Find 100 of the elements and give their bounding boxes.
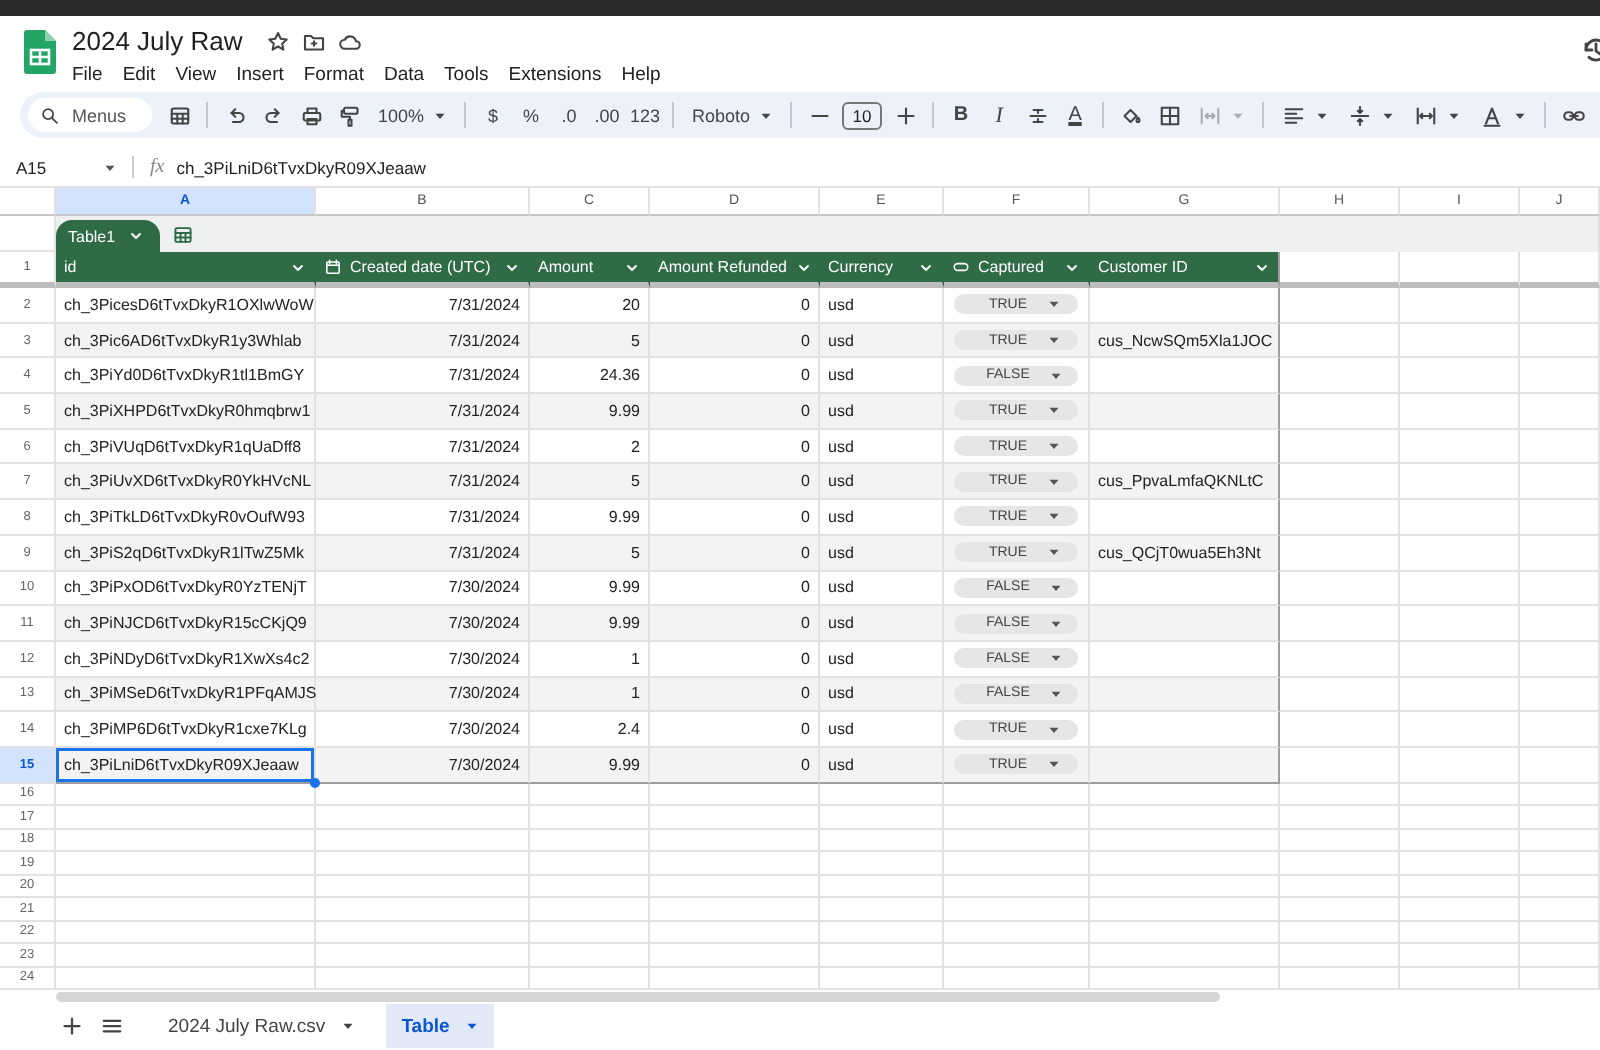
table-cell[interactable]: 5 — [530, 323, 650, 359]
empty-cell[interactable] — [1090, 967, 1280, 991]
empty-cell[interactable] — [1400, 875, 1520, 899]
currency-button[interactable]: $ — [474, 98, 513, 132]
empty-cell[interactable] — [1090, 944, 1280, 968]
menu-item[interactable]: Format — [293, 62, 374, 88]
empty-cell[interactable] — [1090, 829, 1280, 853]
empty-cell[interactable] — [1090, 783, 1280, 807]
empty-cell[interactable] — [1090, 921, 1280, 945]
empty-cell[interactable] — [1520, 571, 1600, 607]
table-cell[interactable] — [1090, 606, 1280, 642]
table-cell[interactable]: cus_PpvaLmfaQKNLtC — [1090, 464, 1280, 501]
table-cell[interactable]: 0 — [650, 606, 820, 642]
empty-cell[interactable] — [1520, 712, 1600, 748]
empty-cell[interactable] — [1280, 967, 1400, 991]
empty-cell[interactable] — [316, 806, 530, 830]
empty-cell[interactable] — [650, 944, 820, 968]
empty-cell[interactable] — [820, 967, 944, 991]
table-grid-icon[interactable] — [171, 224, 194, 246]
table-cell[interactable]: 9.99 — [530, 747, 650, 784]
empty-cell[interactable] — [1280, 898, 1400, 922]
empty-cell[interactable] — [1520, 323, 1600, 359]
empty-cell[interactable] — [1280, 571, 1400, 607]
table-cell[interactable]: ch_3Pic6AD6tTvxDkyR1y3Whlab — [56, 323, 316, 359]
empty-cell[interactable] — [316, 875, 530, 899]
empty-cell[interactable] — [530, 806, 650, 830]
table-cell[interactable]: 0 — [650, 394, 820, 430]
table-cell[interactable]: usd — [820, 535, 944, 571]
empty-cell[interactable] — [944, 944, 1090, 968]
empty-cell[interactable] — [650, 875, 820, 899]
table-cell[interactable]: ch_3PiMSeD6tTvxDkyR1PFqAMJS — [56, 677, 316, 713]
empty-cell[interactable] — [1400, 829, 1520, 853]
menu-item[interactable]: Data — [373, 62, 435, 88]
empty-cell[interactable] — [1280, 921, 1400, 945]
table-header-cell[interactable]: Created date (UTC) — [316, 252, 530, 288]
table-cell[interactable]: 7/30/2024 — [316, 677, 530, 713]
empty-cell[interactable] — [1280, 358, 1400, 395]
empty-cell[interactable] — [1520, 464, 1600, 501]
empty-cell[interactable] — [650, 921, 820, 945]
sheet-tab[interactable]: Table — [385, 1004, 494, 1049]
empty-cell[interactable] — [530, 875, 650, 899]
table-cell[interactable]: usd — [820, 747, 944, 784]
empty-cell[interactable] — [1280, 429, 1400, 465]
empty-cell[interactable] — [530, 944, 650, 968]
empty-cell[interactable] — [944, 967, 1090, 991]
empty-cell[interactable] — [1400, 806, 1520, 830]
empty-cell[interactable] — [1280, 288, 1400, 324]
empty-cell[interactable] — [1400, 571, 1520, 607]
empty-cell[interactable] — [1520, 944, 1600, 968]
table-cell[interactable]: usd — [820, 606, 944, 642]
empty-cell[interactable] — [1400, 394, 1520, 430]
empty-cell[interactable] — [1520, 852, 1600, 876]
empty-cell[interactable] — [1280, 500, 1400, 536]
empty-cell[interactable] — [1090, 806, 1280, 830]
empty-cell[interactable] — [1520, 806, 1600, 830]
folder-icon[interactable] — [302, 29, 327, 53]
empty-cell[interactable] — [1520, 500, 1600, 536]
empty-cell[interactable] — [1280, 829, 1400, 853]
table-cell[interactable]: 0 — [650, 535, 820, 571]
borders-icon[interactable] — [1157, 103, 1182, 127]
table-cell[interactable]: 7/31/2024 — [316, 323, 530, 359]
empty-cell[interactable] — [1280, 783, 1400, 807]
empty-cell[interactable] — [820, 852, 944, 876]
table-cell[interactable]: ch_3PiS2qD6tTvxDkyR1lTwZ5Mk — [56, 535, 316, 571]
menus-search-field[interactable]: Menus — [28, 98, 152, 132]
table-cell[interactable]: 9.99 — [530, 394, 650, 430]
empty-cell[interactable] — [1400, 783, 1520, 807]
table-cell[interactable]: 0 — [650, 464, 820, 501]
empty-cell[interactable] — [1520, 535, 1600, 571]
empty-cell[interactable] — [1520, 747, 1600, 784]
table-cell[interactable]: 5 — [530, 535, 650, 571]
empty-cell[interactable] — [316, 898, 530, 922]
empty-cell[interactable] — [820, 875, 944, 899]
empty-cell[interactable] — [1400, 252, 1520, 288]
empty-cell[interactable] — [1400, 944, 1520, 968]
empty-cell[interactable] — [1090, 898, 1280, 922]
empty-cell[interactable] — [1280, 806, 1400, 830]
table-cell[interactable]: 7/31/2024 — [316, 394, 530, 430]
empty-cell[interactable] — [316, 829, 530, 853]
table-cell[interactable]: ch_3PiXHPD6tTvxDkyR0hmqbrw1 — [56, 394, 316, 430]
empty-cell[interactable] — [1400, 464, 1520, 501]
empty-cell[interactable] — [1520, 921, 1600, 945]
menu-item[interactable]: File — [62, 62, 113, 88]
strikethrough-icon[interactable] — [1025, 103, 1050, 127]
empty-cell[interactable] — [316, 944, 530, 968]
empty-cell[interactable] — [1400, 429, 1520, 465]
table-header-cell[interactable]: Captured — [944, 252, 1090, 288]
font-dropdown[interactable]: Roboto — [682, 98, 783, 132]
empty-cell[interactable] — [650, 806, 820, 830]
print-icon[interactable] — [299, 103, 323, 127]
table-cell[interactable]: usd — [820, 394, 944, 430]
table-name-tab[interactable]: Table1 — [56, 220, 160, 252]
empty-cell[interactable] — [1520, 358, 1600, 395]
table-header-cell[interactable]: Amount — [530, 252, 650, 288]
empty-cell[interactable] — [1400, 852, 1520, 876]
empty-cell[interactable] — [820, 829, 944, 853]
fill-bucket-icon[interactable] — [1119, 103, 1144, 127]
empty-cell[interactable] — [1280, 875, 1400, 899]
table-cell[interactable]: cus_NcwSQm5Xla1JOC — [1090, 323, 1280, 359]
empty-cell[interactable] — [944, 875, 1090, 899]
